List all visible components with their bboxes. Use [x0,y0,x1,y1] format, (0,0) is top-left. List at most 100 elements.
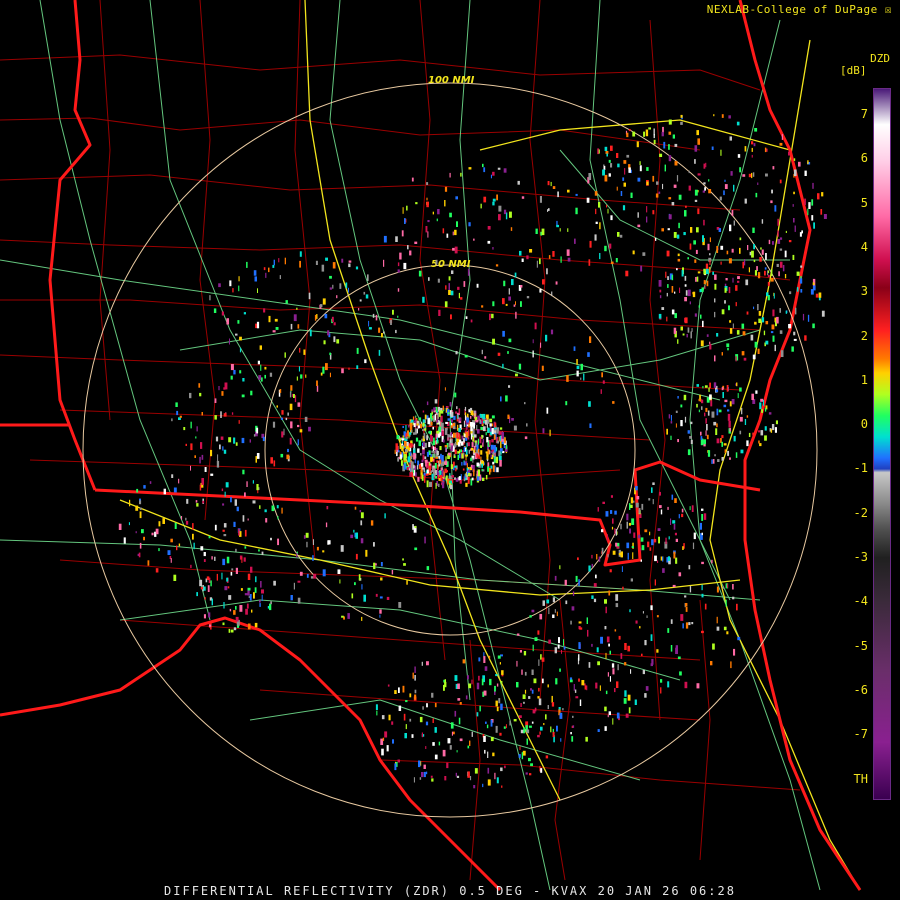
radar-echo [529,615,532,618]
radar-echo [458,408,461,414]
radar-echo [441,455,444,462]
radar-echo [692,542,695,550]
radar-echo [615,542,618,547]
radar-echo [358,308,360,311]
radar-echo [378,327,381,333]
radar-echo [528,696,531,699]
radar-echo [616,546,620,549]
radar-echo [475,419,479,423]
radar-echo [363,291,366,295]
radar-echo [684,210,687,217]
radar-echo [687,257,689,260]
radar-echo [483,736,486,742]
radar-echo [736,603,738,611]
radar-echo [666,428,668,435]
radar-echo [426,201,429,208]
radar-echo [697,138,700,145]
radar-echo [424,414,427,420]
radar-echo [399,252,402,260]
radar-echo [273,580,276,586]
radar-echo [714,454,716,457]
radar-echo [222,558,226,566]
radar-echo [479,436,482,444]
radar-echo [404,441,407,447]
radar-echo [485,420,488,425]
radar-echo [684,595,687,598]
radar-echo [638,534,641,539]
radar-echo [528,757,531,762]
radar-echo [204,597,206,600]
radar-echo [466,442,468,447]
radar-echo [675,410,678,413]
radar-echo [729,427,731,432]
radar-echo [620,191,623,196]
radar-echo [383,331,385,334]
radar-echo [601,529,604,533]
radar-echo [238,528,240,536]
radar-echo [272,264,275,268]
radar-echo [818,292,822,298]
radar-echo [283,428,285,436]
radar-echo [268,267,270,273]
radar-echo [454,392,457,398]
radar-echo [659,289,662,293]
radar-echo [229,338,230,345]
radar-echo [808,202,811,209]
radar-echo [625,270,629,277]
radar-echo [710,400,713,407]
radar-echo [316,546,319,551]
radar-echo [675,423,677,428]
radar-echo [728,305,730,311]
radar-echo [459,738,463,742]
radar-echo [721,441,723,447]
radar-echo [602,380,605,384]
radar-echo [575,575,578,582]
radar-echo [788,324,792,329]
radar-echo [541,228,545,236]
radar-echo [764,147,767,153]
radar-echo [774,205,777,212]
radar-echo [682,546,684,550]
radar-echo [720,149,722,156]
radar-echo [493,430,496,434]
radar-echo [379,609,382,614]
radar-echo [526,255,529,260]
radar-echo [470,416,472,419]
radar-echo [754,321,757,325]
radar-echo [699,522,702,530]
radar-echo [745,279,749,286]
radar-echo [183,427,186,431]
radar-echo [754,341,758,348]
radar-echo [287,448,289,453]
radar-echo [406,580,408,585]
radar-echo [447,738,451,744]
radar-echo [703,182,706,185]
radar-echo [735,285,738,291]
radar-echo [487,751,489,758]
radar-echo [320,372,323,376]
radar-echo [414,666,416,673]
radar-echo [521,752,524,760]
radar-echo [779,330,783,334]
radar-echo [482,477,485,481]
legend-unit: [dB] [840,64,867,77]
radar-echo [314,314,317,321]
radar-echo [426,451,430,457]
radar-echo [423,771,426,778]
radar-echo [764,267,767,270]
radar-echo [658,191,661,194]
radar-echo [495,264,499,267]
radar-echo [521,196,525,199]
radar-echo [437,209,440,215]
radar-echo [251,609,253,613]
radar-echo [481,678,484,686]
radar-echo [139,542,142,549]
radar-echo [771,324,775,330]
radar-echo [567,228,569,232]
radar-echo [753,306,755,310]
radar-echo [440,415,443,423]
radar-echo [136,488,139,493]
radar-echo [356,365,359,369]
radar-echo [643,131,645,137]
radar-echo [383,259,385,267]
